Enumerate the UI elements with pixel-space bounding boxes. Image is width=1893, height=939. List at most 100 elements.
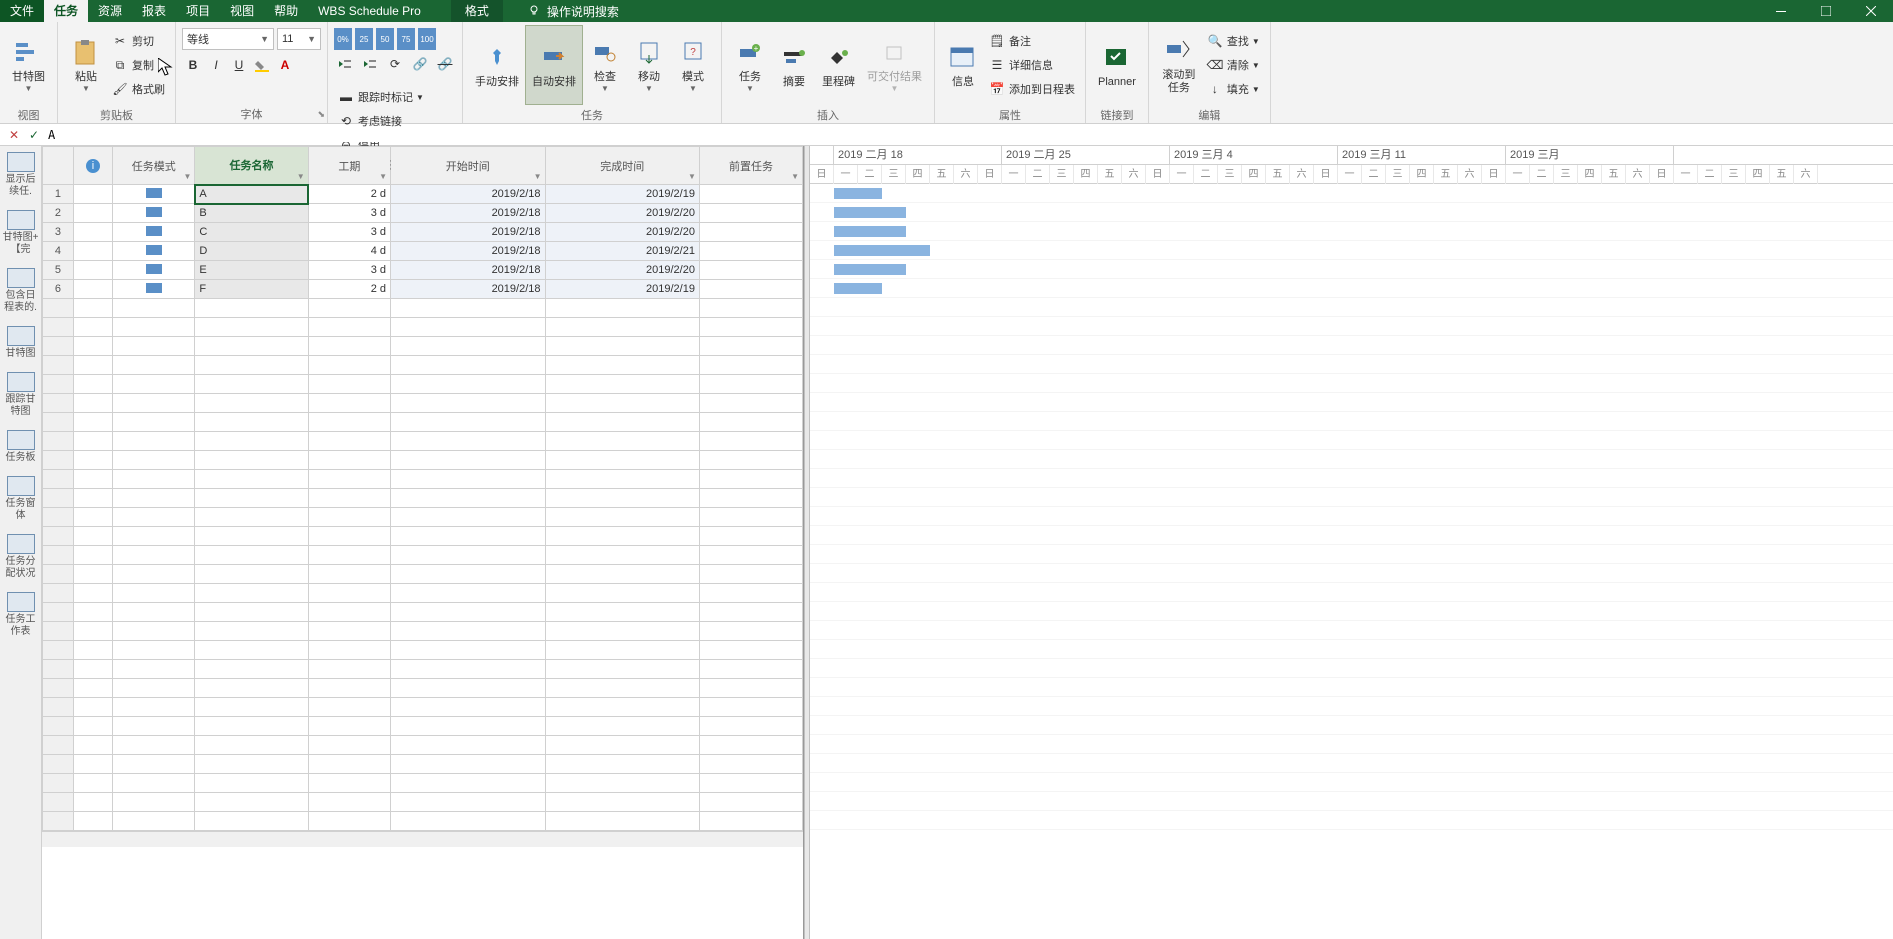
- cell-mode[interactable]: [113, 223, 195, 242]
- cell-info[interactable]: [73, 204, 112, 223]
- cell-pred[interactable]: [699, 242, 802, 261]
- progress-0-button[interactable]: 0%: [334, 28, 352, 50]
- cell-duration[interactable]: 2 d: [308, 185, 390, 204]
- table-row-empty[interactable]: [43, 736, 803, 755]
- update-button[interactable]: ⟳: [384, 53, 406, 75]
- horizontal-scrollbar[interactable]: [42, 831, 803, 847]
- sidebar-gantt-done[interactable]: 甘特图+【完: [0, 204, 41, 262]
- move-button[interactable]: 移动▼: [627, 25, 671, 105]
- gantt-row[interactable]: [810, 279, 1893, 298]
- cell-pred[interactable]: [699, 185, 802, 204]
- sidebar-with-cal[interactable]: 包含日程表的.: [0, 262, 41, 320]
- scroll-to-task-button[interactable]: 滚动到任务: [1155, 25, 1203, 105]
- paste-button[interactable]: 粘贴 ▼: [64, 25, 108, 105]
- cell-end[interactable]: 2019/2/20: [545, 204, 699, 223]
- col-rownum[interactable]: [43, 147, 74, 185]
- chevron-down-icon[interactable]: ▼: [379, 172, 387, 181]
- table-row-empty[interactable]: [43, 318, 803, 337]
- progress-50-button[interactable]: 50: [376, 28, 394, 50]
- chevron-down-icon[interactable]: ▼: [791, 172, 799, 181]
- cell-duration[interactable]: 3 d: [308, 261, 390, 280]
- table-row-empty[interactable]: [43, 584, 803, 603]
- table-row[interactable]: 2B3 d2019/2/182019/2/20: [43, 204, 803, 223]
- col-name[interactable]: 任务名称▼: [195, 147, 308, 185]
- gantt-row[interactable]: [810, 184, 1893, 203]
- formula-input[interactable]: [44, 128, 1889, 142]
- cell-info[interactable]: [73, 280, 112, 299]
- cell-pred[interactable]: [699, 280, 802, 299]
- row-number[interactable]: 3: [43, 223, 74, 242]
- sidebar-show-succ[interactable]: 显示后续任.: [0, 146, 41, 204]
- cut-button[interactable]: ✂剪切: [108, 30, 169, 52]
- gantt-chart-button[interactable]: 甘特图 ▼: [6, 25, 51, 105]
- table-row-empty[interactable]: [43, 622, 803, 641]
- cell-duration[interactable]: 4 d: [308, 242, 390, 261]
- table-row-empty[interactable]: [43, 432, 803, 451]
- cell-end[interactable]: 2019/2/20: [545, 261, 699, 280]
- cell-mode[interactable]: [113, 242, 195, 261]
- cell-end[interactable]: 2019/2/21: [545, 242, 699, 261]
- table-row-empty[interactable]: [43, 394, 803, 413]
- chevron-down-icon[interactable]: ▼: [688, 172, 696, 181]
- gantt-body[interactable]: [810, 184, 1893, 939]
- table-row[interactable]: 6F2 d2019/2/182019/2/19: [43, 280, 803, 299]
- cell-pred[interactable]: [699, 204, 802, 223]
- table-row-empty[interactable]: [43, 603, 803, 622]
- col-pred[interactable]: 前置任务▼: [699, 147, 802, 185]
- table-row[interactable]: 5E3 d2019/2/182019/2/20: [43, 261, 803, 280]
- cell-end[interactable]: 2019/2/19: [545, 185, 699, 204]
- cell-start[interactable]: 2019/2/18: [391, 242, 545, 261]
- cell-duration[interactable]: 2 d: [308, 280, 390, 299]
- table-row-empty[interactable]: [43, 375, 803, 394]
- chevron-down-icon[interactable]: ▼: [297, 172, 305, 181]
- tell-me-search[interactable]: 操作说明搜索: [528, 3, 619, 20]
- manual-schedule-button[interactable]: 手动安排: [469, 25, 525, 105]
- table-row[interactable]: 3C3 d2019/2/182019/2/20: [43, 223, 803, 242]
- summary-button[interactable]: 摘要: [772, 25, 816, 105]
- progress-100-button[interactable]: 100: [418, 28, 436, 50]
- row-number[interactable]: 1: [43, 185, 74, 204]
- insert-task-button[interactable]: + 任务▼: [728, 25, 772, 105]
- cell-name[interactable]: B: [195, 204, 308, 223]
- cell-mode[interactable]: [113, 204, 195, 223]
- menu-project[interactable]: 项目: [176, 0, 220, 22]
- link-button[interactable]: 🔗: [409, 53, 431, 75]
- table-row-empty[interactable]: [43, 489, 803, 508]
- gantt-bar[interactable]: [834, 207, 906, 218]
- cell-start[interactable]: 2019/2/18: [391, 223, 545, 242]
- table-row-empty[interactable]: [43, 508, 803, 527]
- cell-duration[interactable]: 3 d: [308, 223, 390, 242]
- table-row-empty[interactable]: [43, 413, 803, 432]
- menu-resource[interactable]: 资源: [88, 0, 132, 22]
- col-start[interactable]: 开始时间▼: [391, 147, 545, 185]
- gantt-bar[interactable]: [834, 188, 882, 199]
- menu-task[interactable]: 任务: [44, 0, 88, 22]
- table-row-empty[interactable]: [43, 565, 803, 584]
- gantt-row[interactable]: [810, 203, 1893, 222]
- cell-info[interactable]: [73, 185, 112, 204]
- bold-button[interactable]: B: [182, 54, 204, 76]
- table-row-empty[interactable]: [43, 698, 803, 717]
- chevron-down-icon[interactable]: ▼: [183, 172, 191, 181]
- row-number[interactable]: 2: [43, 204, 74, 223]
- fill-color-button[interactable]: [251, 54, 273, 76]
- sidebar-assign[interactable]: 任务分配状况: [0, 528, 41, 586]
- cell-name[interactable]: E: [195, 261, 308, 280]
- underline-button[interactable]: U: [228, 54, 250, 76]
- sidebar-taskboard[interactable]: 任务板: [0, 424, 41, 470]
- chevron-down-icon[interactable]: ▼: [534, 172, 542, 181]
- col-end[interactable]: 完成时间▼: [545, 147, 699, 185]
- milestone-button[interactable]: 里程碑: [816, 25, 861, 105]
- menu-help[interactable]: 帮助: [264, 0, 308, 22]
- format-painter-button[interactable]: 🖌格式刷: [108, 78, 169, 100]
- table-row-empty[interactable]: [43, 641, 803, 660]
- table-row-empty[interactable]: [43, 717, 803, 736]
- sidebar-gantt[interactable]: 甘特图: [0, 320, 41, 366]
- row-number[interactable]: 6: [43, 280, 74, 299]
- gantt-bar[interactable]: [834, 245, 930, 256]
- col-mode[interactable]: 任务模式▼: [113, 147, 195, 185]
- info-button[interactable]: 信息: [941, 25, 985, 105]
- cell-name[interactable]: F: [195, 280, 308, 299]
- table-row-empty[interactable]: [43, 337, 803, 356]
- font-name-combo[interactable]: 等线▼: [182, 28, 274, 50]
